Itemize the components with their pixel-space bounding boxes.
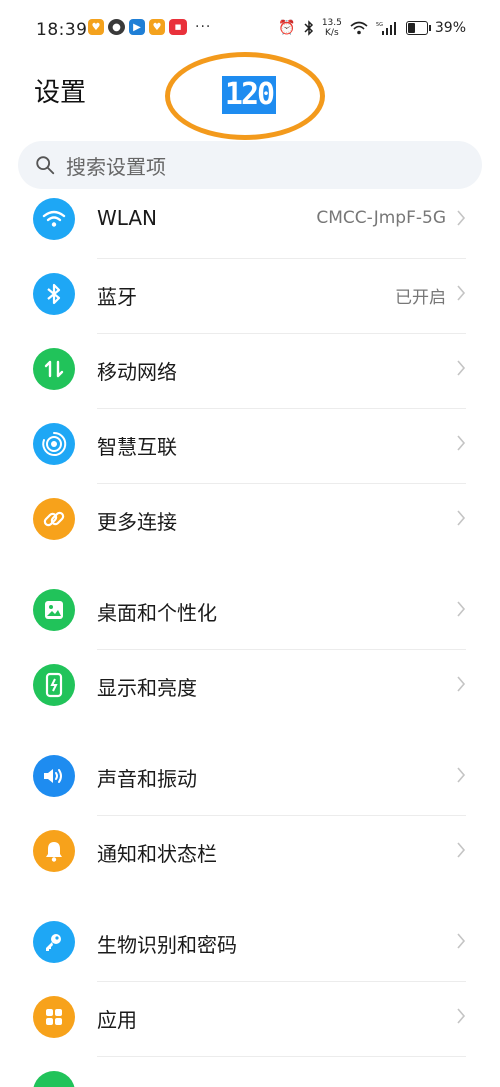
- settings-item-label: 蓝牙: [97, 285, 137, 309]
- partial-item-icon: [33, 1071, 75, 1087]
- mobile-data-icon: [33, 348, 75, 390]
- page-title: 设置: [34, 78, 87, 108]
- chevron-right-icon: [457, 360, 466, 376]
- chevron-right-icon: [457, 1008, 466, 1024]
- settings-item-sound-vibration[interactable]: 声音和振动: [0, 741, 500, 816]
- settings-item-label: 智慧互联: [97, 435, 177, 459]
- system-status-icons: ⏰ 13.5 K/s 5G 39%: [278, 18, 466, 38]
- display-icon: [33, 664, 75, 706]
- settings-item-apps[interactable]: 应用: [0, 982, 500, 1057]
- wifi-status-icon: [350, 21, 368, 35]
- alarm-icon: ⏰: [278, 20, 296, 36]
- settings-item-label: 更多连接: [97, 510, 177, 534]
- battery-icon: [405, 21, 428, 35]
- chevron-right-icon: [457, 601, 466, 617]
- settings-item-wlan[interactable]: WLAN CMCC-JmpF-5G: [0, 184, 500, 259]
- settings-item-notification-statusbar[interactable]: 通知和状态栏: [0, 816, 500, 891]
- notification-icons: ♥ ● ▶ ♥ ■ ···: [88, 19, 211, 35]
- wallpaper-icon: [33, 589, 75, 631]
- bluetooth-status-icon: [304, 20, 313, 36]
- settings-item-partial[interactable]: [0, 1057, 500, 1087]
- chevron-right-icon: [457, 210, 466, 226]
- settings-item-label: 声音和振动: [97, 767, 197, 791]
- bluetooth-icon: [33, 273, 75, 315]
- key-icon: [33, 921, 75, 963]
- chevron-right-icon: [457, 767, 466, 783]
- settings-item-display-brightness[interactable]: 显示和亮度: [0, 650, 500, 725]
- settings-item-more-connections[interactable]: 更多连接: [0, 484, 500, 559]
- sound-icon: [33, 755, 75, 797]
- chevron-right-icon: [457, 510, 466, 526]
- chevron-right-icon: [457, 676, 466, 692]
- settings-item-label: WLAN: [97, 206, 158, 230]
- chevron-right-icon: [457, 933, 466, 949]
- chevron-right-icon: [457, 285, 466, 301]
- apps-icon: [33, 996, 75, 1038]
- cellular-signal-icon: 5G: [376, 22, 396, 35]
- settings-item-smart-connect[interactable]: 智慧互联: [0, 409, 500, 484]
- search-icon: [36, 156, 55, 175]
- settings-item-label: 桌面和个性化: [97, 601, 217, 625]
- app-notification-icon: ♥: [88, 19, 104, 35]
- search-bar[interactable]: 搜索设置项: [18, 141, 482, 189]
- search-placeholder: 搜索设置项: [66, 154, 166, 179]
- wechat-icon: ●: [108, 19, 125, 35]
- settings-item-mobile-network[interactable]: 移动网络: [0, 334, 500, 409]
- more-notifications-icon: ···: [195, 19, 212, 35]
- app-notification-icon: ♥: [149, 19, 165, 35]
- bell-icon: [33, 830, 75, 872]
- settings-item-value: 已开启: [395, 288, 446, 308]
- battery-indicator: 39%: [405, 20, 466, 36]
- app-notification-icon: ▶: [129, 19, 145, 35]
- network-speed: 13.5 K/s: [321, 18, 342, 38]
- chevron-right-icon: [457, 842, 466, 858]
- settings-item-desktop-personalization[interactable]: 桌面和个性化: [0, 575, 500, 650]
- wifi-icon: [33, 198, 75, 240]
- svg-text:5G: 5G: [376, 22, 383, 28]
- chevron-right-icon: [457, 435, 466, 451]
- settings-item-label: 显示和亮度: [97, 676, 197, 700]
- status-bar: 18:39 ♥ ● ▶ ♥ ■ ··· ⏰ 13.5 K/s 5G 39%: [0, 0, 500, 60]
- status-time: 18:39: [36, 20, 88, 40]
- settings-item-bluetooth[interactable]: 蓝牙 已开启: [0, 259, 500, 334]
- settings-item-biometrics-password[interactable]: 生物识别和密码: [0, 907, 500, 982]
- settings-item-label: 通知和状态栏: [97, 842, 217, 866]
- smart-connect-icon: [33, 423, 75, 465]
- settings-item-label: 移动网络: [97, 360, 177, 384]
- battery-percent: 39%: [434, 20, 466, 36]
- refresh-rate-badge: 120: [222, 76, 276, 114]
- settings-item-label: 生物识别和密码: [97, 933, 237, 957]
- settings-item-label: 应用: [97, 1008, 137, 1032]
- settings-item-value: CMCC-JmpF-5G: [316, 208, 446, 228]
- link-icon: [33, 498, 75, 540]
- app-notification-icon: ■: [169, 19, 187, 35]
